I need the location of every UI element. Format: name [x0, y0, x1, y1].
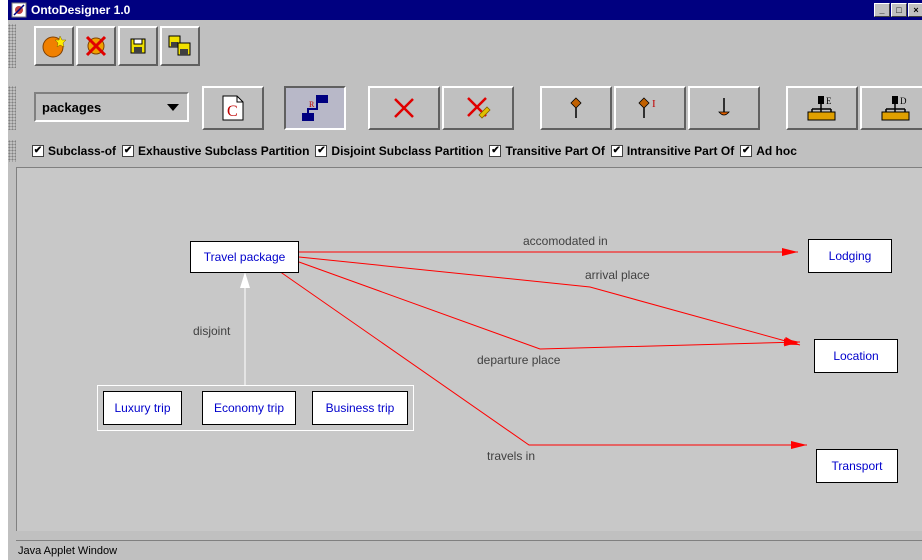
checkbox[interactable]: ✔	[315, 145, 328, 157]
edge-label-arrival-place: arrival place	[585, 268, 650, 282]
svg-text:D: D	[900, 96, 907, 106]
app-icon	[11, 2, 27, 18]
pin-icon	[570, 97, 582, 118]
filter-disjoint-subclass-partition[interactable]: ✔ Disjoint Subclass Partition	[315, 144, 483, 158]
chevron-down-icon	[167, 104, 179, 111]
toolbar-grip[interactable]	[8, 86, 16, 130]
delete-link-button[interactable]	[442, 86, 514, 130]
save-button[interactable]	[118, 26, 158, 66]
filter-transitive-part-of[interactable]: ✔ Transitive Part Of	[489, 144, 605, 158]
new-class-button[interactable]: C	[202, 86, 264, 130]
node-lodging[interactable]: Lodging	[808, 239, 892, 273]
delete-button[interactable]	[368, 86, 440, 130]
edge-departure-place[interactable]	[298, 261, 801, 350]
checkbox[interactable]: ✔	[122, 145, 135, 157]
checkbox[interactable]: ✔	[740, 145, 753, 157]
hierarchy-e-icon: E	[807, 96, 836, 121]
relation-filters: ✔ Subclass-of ✔ Exhaustive Subclass Partit…	[32, 141, 803, 161]
anchor-button[interactable]	[688, 86, 760, 130]
node-luxury-trip[interactable]: Luxury trip	[103, 391, 182, 425]
save-icon	[130, 38, 146, 54]
node-economy-trip[interactable]: Economy trip	[202, 391, 296, 425]
pin-button[interactable]	[540, 86, 612, 130]
checkbox[interactable]: ✔	[610, 145, 623, 157]
filter-subclass-of[interactable]: ✔ Subclass-of	[32, 144, 116, 158]
node-transport[interactable]: Transport	[816, 449, 898, 483]
edge-label-accomodated-in: accomodated in	[523, 234, 608, 248]
status-bar: Java Applet Window	[16, 540, 922, 560]
node-location[interactable]: Location	[814, 339, 898, 373]
pin-instance-icon: I	[638, 97, 656, 118]
new-class-icon: C	[222, 95, 244, 121]
close-button[interactable]: ×	[908, 3, 922, 17]
new-relation-icon: R	[302, 95, 328, 121]
anchor-icon	[718, 98, 730, 116]
delete-ontology-icon	[85, 35, 107, 57]
node-business-trip[interactable]: Business trip	[312, 391, 408, 425]
app-window: OntoDesigner 1.0 _ □ × packages C R I E …	[6, 0, 922, 560]
diagram-edges	[240, 248, 807, 449]
diagram-canvas[interactable]: Travel package Lodging Location Transpor…	[16, 167, 922, 531]
hierarchy-d-button[interactable]: D	[860, 86, 922, 130]
minimize-button[interactable]: _	[874, 3, 890, 17]
filter-intransitive-part-of[interactable]: ✔ Intransitive Part Of	[610, 144, 734, 158]
checkbox[interactable]: ✔	[32, 145, 44, 157]
title-bar[interactable]: OntoDesigner 1.0 _ □ ×	[8, 0, 922, 20]
node-travel-package[interactable]: Travel package	[190, 241, 299, 273]
delete-link-icon	[467, 97, 491, 119]
edge-label-departure-place: departure place	[477, 353, 561, 367]
package-select[interactable]: packages	[34, 92, 189, 122]
hierarchy-e-button[interactable]: E	[786, 86, 858, 130]
new-ontology-icon	[42, 35, 67, 58]
hierarchy-d-icon: D	[881, 96, 910, 121]
delete-icon	[394, 98, 414, 118]
edge-arrival-place[interactable]	[298, 256, 801, 346]
arrow-up-icon	[240, 272, 250, 288]
edge-label-travels-in: travels in	[487, 449, 536, 463]
toolbar-grip[interactable]	[8, 140, 16, 162]
svg-text:I: I	[652, 98, 656, 110]
new-relation-button[interactable]: R	[284, 86, 346, 130]
maximize-button[interactable]: □	[891, 3, 907, 17]
status-text: Java Applet Window	[18, 544, 118, 557]
pin-instance-button[interactable]: I	[614, 86, 686, 130]
package-select-value: packages	[42, 99, 102, 115]
svg-text:R: R	[309, 100, 315, 109]
delete-ontology-button[interactable]	[76, 26, 116, 66]
new-ontology-button[interactable]	[34, 26, 74, 66]
filter-exhaustive-subclass-partition[interactable]: ✔ Exhaustive Subclass Partition	[122, 144, 309, 158]
save-as-button[interactable]	[160, 26, 200, 66]
window-title: OntoDesigner 1.0	[31, 3, 131, 17]
checkbox[interactable]: ✔	[489, 145, 502, 157]
filter-ad-hoc[interactable]: ✔ Ad hoc	[740, 144, 797, 158]
svg-text:E: E	[826, 96, 832, 106]
edge-label-disjoint: disjoint	[193, 324, 231, 338]
toolbar-grip[interactable]	[8, 24, 16, 68]
svg-text:C: C	[227, 103, 238, 120]
save-as-icon	[168, 35, 191, 56]
